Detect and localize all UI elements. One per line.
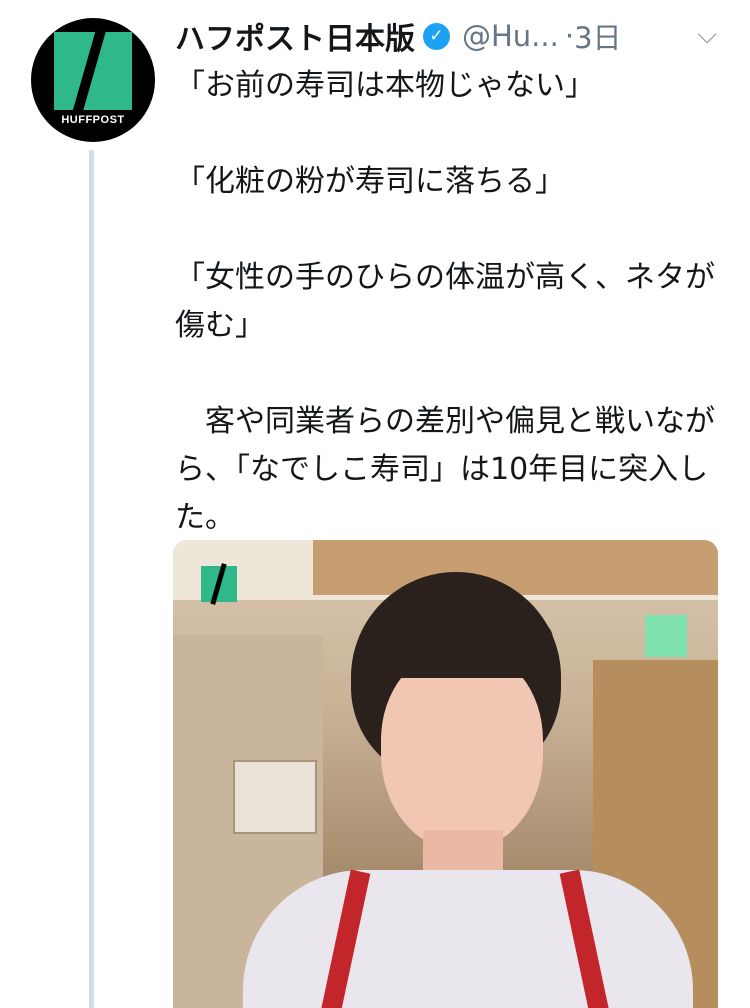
tweet-text: 「お前の寿司は本物じゃない」 「化粧の粉が寿司に落ちる」 「女性の手のひらの体温… <box>175 62 723 542</box>
huffpost-watermark <box>201 566 237 602</box>
tweet-line: 客や同業者らの差別や偏見と戦いながら、「なでしこ寿司」は10年目に突入した。 <box>175 404 715 535</box>
kimono <box>243 870 693 1008</box>
thread-line <box>89 150 94 1008</box>
huffpost-logo <box>54 26 132 118</box>
exit-sign <box>645 615 687 657</box>
avatar-brand-text: HUFFPOST <box>61 114 125 126</box>
tweet-header: ハフポスト日本版 ✓ @Hu... · 3日 ⌵ <box>175 14 735 58</box>
verified-badge-icon: ✓ <box>423 22 450 50</box>
person-face <box>381 650 543 850</box>
tweet-line: 「お前の寿司は本物じゃない」 <box>175 68 595 103</box>
author-handle[interactable]: @Hu... <box>462 19 559 53</box>
tweet-line: 「化粧の粉が寿司に落ちる」 <box>175 164 565 199</box>
chevron-down-icon[interactable]: ⌵ <box>697 20 717 51</box>
separator: · <box>564 19 575 53</box>
tweet-media-image[interactable] <box>173 540 718 1008</box>
author-name[interactable]: ハフポスト日本版 <box>175 14 415 58</box>
tweet-line: 「女性の手のひらの体温が高く、ネタが傷む」 <box>175 260 715 343</box>
author-avatar[interactable]: HUFFPOST <box>31 18 155 142</box>
timestamp[interactable]: 3日 <box>574 15 621 57</box>
